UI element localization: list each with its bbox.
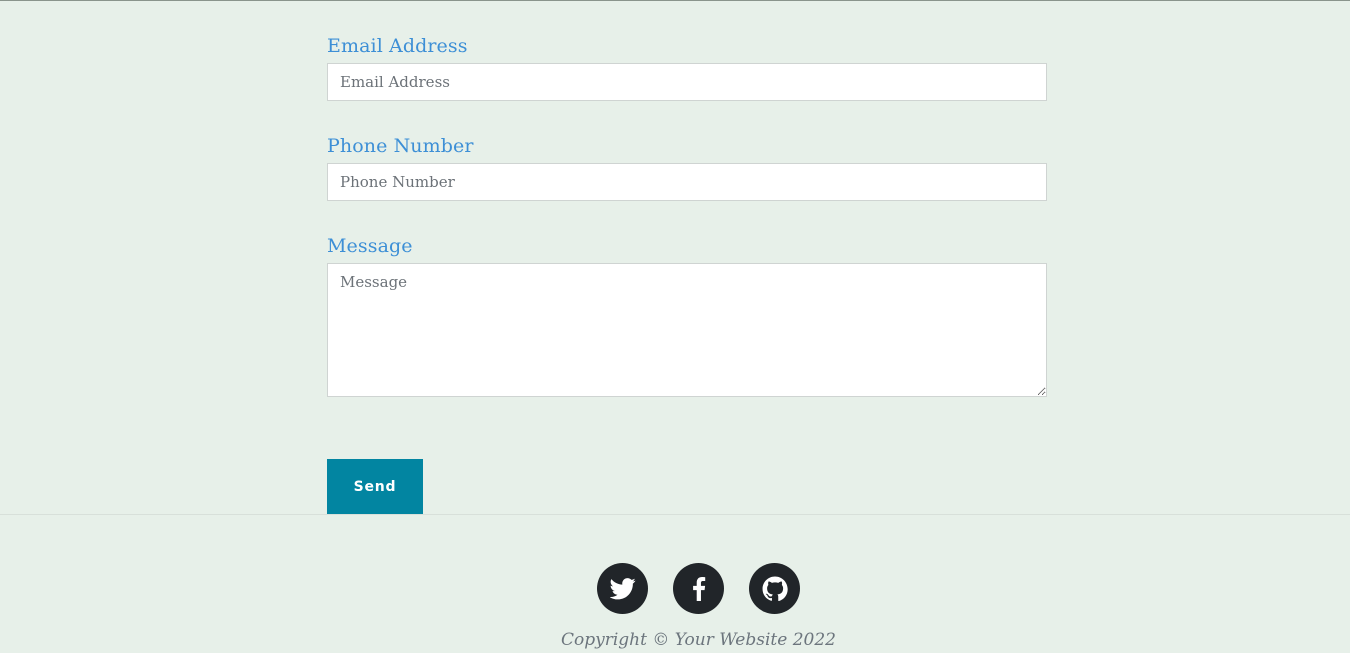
email-input[interactable] — [327, 63, 1047, 101]
twitter-link[interactable] — [597, 563, 648, 614]
phone-input[interactable] — [327, 163, 1047, 201]
message-textarea[interactable] — [327, 263, 1047, 397]
message-label: Message — [327, 235, 413, 257]
send-button[interactable]: Send — [327, 459, 423, 514]
github-icon — [762, 576, 788, 601]
phone-label: Phone Number — [327, 135, 474, 157]
github-link[interactable] — [749, 563, 800, 614]
facebook-icon — [692, 576, 705, 601]
twitter-icon — [609, 577, 636, 599]
email-label: Email Address — [327, 35, 468, 57]
copyright-text: Copyright © Your Website 2022 — [561, 630, 836, 650]
footer-divider — [0, 514, 1350, 515]
top-divider — [0, 0, 1350, 1]
facebook-link[interactable] — [673, 563, 724, 614]
